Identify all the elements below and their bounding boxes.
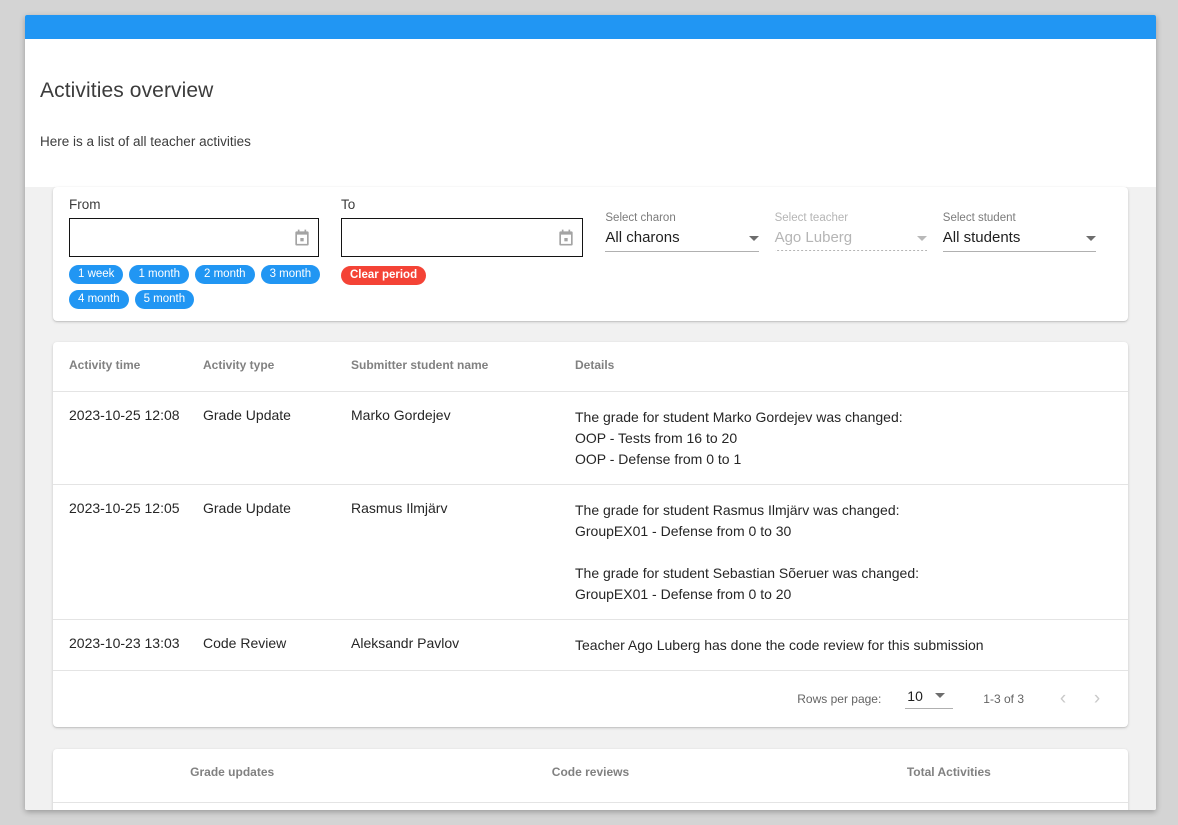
student-select-label: Select student <box>942 212 1016 224</box>
top-toolbar-strip <box>25 15 1156 39</box>
from-date-group: From 1 week 1 month 2 month 3 month 4 mo… <box>69 197 321 309</box>
chevron-down-icon <box>1085 236 1096 241</box>
clear-period-wrap: Clear period <box>341 265 583 285</box>
chip-5-month[interactable]: 5 month <box>134 290 195 309</box>
page-header: Activities overview Here is a list of al… <box>25 39 1156 163</box>
detail-line: OOP - Defense from 0 to 1 <box>575 450 742 467</box>
cell-details: The grade for student Rasmus Ilmjärv was… <box>575 484 1128 620</box>
cell-grade-updates: 2 <box>53 803 411 811</box>
table-header-row: Activity time Activity type Submitter st… <box>53 342 1128 392</box>
cell-activity-time: 2023-10-23 13:03 <box>53 619 203 671</box>
charon-select-label: Select charon <box>605 212 676 224</box>
page-subtitle: Here is a list of all teacher activities <box>40 134 251 149</box>
detail-line: Teacher Ago Luberg has done the code rev… <box>575 636 984 653</box>
cell-activity-type: Grade Update <box>203 391 351 485</box>
to-date-input-wrap[interactable] <box>341 218 584 257</box>
table-row[interactable]: 2023-10-23 13:03 Code Review Aleksandr P… <box>53 619 1128 671</box>
page-range-label: 1-3 of 3 <box>983 691 1024 706</box>
calendar-icon[interactable] <box>292 228 312 248</box>
cell-activity-time: 2023-10-25 12:05 <box>53 484 203 620</box>
column-header-activity-type: Activity type <box>203 342 351 392</box>
app-window: Activities overview Here is a list of al… <box>25 15 1156 810</box>
paginator: Rows per page: 10 1-3 of 3 ‹ › <box>53 671 1128 727</box>
activities-table-head: Activity time Activity type Submitter st… <box>53 342 1128 392</box>
table-header-row: Grade updates Code reviews Total Activit… <box>53 748 1128 803</box>
page-size-select[interactable]: 10 <box>905 687 954 709</box>
cell-student-name: Marko Gordejev <box>351 391 575 485</box>
cell-details: Teacher Ago Luberg has done the code rev… <box>575 619 1128 671</box>
detail-line: OOP - Tests from 16 to 20 <box>575 429 738 446</box>
detail-spacer <box>575 542 1114 563</box>
page-size-value: 10 <box>907 687 923 704</box>
cell-total-activities: 3 <box>770 803 1128 811</box>
charon-select-group: Select charon All charons <box>605 197 759 252</box>
cell-student-name: Aleksandr Pavlov <box>351 619 575 671</box>
previous-page-button[interactable]: ‹ <box>1046 682 1080 716</box>
chip-1-month[interactable]: 1 month <box>129 265 189 284</box>
column-header-code-reviews: Code reviews <box>411 748 770 803</box>
cell-student-name: Rasmus Ilmjärv <box>351 484 575 620</box>
table-row: 2 1 3 <box>53 803 1128 811</box>
detail-line: GroupEX01 - Defense from 0 to 20 <box>575 585 792 602</box>
to-date-group: To Clear period <box>341 197 584 285</box>
next-page-button[interactable]: › <box>1080 682 1114 716</box>
detail-line: GroupEX01 - Defense from 0 to 30 <box>575 522 792 539</box>
column-header-activity-time: Activity time <box>53 342 203 392</box>
page-title: Activities overview <box>40 79 214 102</box>
summary-table-body: 2 1 3 <box>53 803 1128 811</box>
teacher-select-label: Select teacher <box>774 212 849 224</box>
teacher-select: Ago Luberg <box>774 229 927 251</box>
activities-table: Activity time Activity type Submitter st… <box>53 342 1128 671</box>
chip-2-month[interactable]: 2 month <box>195 265 255 284</box>
table-row[interactable]: 2023-10-25 12:05 Grade Update Rasmus Ilm… <box>53 484 1128 620</box>
student-select-group: Select student All students <box>942 197 1096 252</box>
rows-per-page-label: Rows per page: <box>797 691 882 706</box>
chevron-down-icon <box>916 236 927 241</box>
cell-activity-time: 2023-10-25 12:08 <box>53 391 203 485</box>
from-date-input[interactable] <box>80 228 292 247</box>
from-date-input-wrap[interactable] <box>69 218 319 257</box>
student-select-value: All students <box>942 229 1021 246</box>
column-header-grade-updates: Grade updates <box>53 748 412 803</box>
cell-activity-type: Grade Update <box>203 484 351 620</box>
detail-line: The grade for student Marko Gordejev was… <box>575 408 903 425</box>
chevron-down-icon <box>934 692 945 698</box>
summary-table-card: Grade updates Code reviews Total Activit… <box>53 748 1128 811</box>
column-header-submitter-name: Submitter student name <box>351 342 575 392</box>
summary-table: Grade updates Code reviews Total Activit… <box>53 748 1128 811</box>
to-date-input[interactable] <box>352 228 557 247</box>
chip-1-week[interactable]: 1 week <box>69 265 124 284</box>
activities-table-card: Activity time Activity type Submitter st… <box>53 342 1128 727</box>
cell-details: The grade for student Marko Gordejev was… <box>575 391 1128 485</box>
student-select[interactable]: All students <box>942 229 1096 252</box>
page-body: From 1 week 1 month 2 month 3 month 4 mo… <box>25 187 1156 810</box>
to-date-label: To <box>341 197 356 212</box>
charon-select[interactable]: All charons <box>605 229 759 252</box>
activities-table-body: 2023-10-25 12:08 Grade Update Marko Gord… <box>53 391 1128 671</box>
cell-code-reviews: 1 <box>411 803 769 811</box>
detail-line: The grade for student Rasmus Ilmjärv was… <box>575 501 900 518</box>
column-header-details: Details <box>575 342 1128 392</box>
table-row[interactable]: 2023-10-25 12:08 Grade Update Marko Gord… <box>53 391 1128 485</box>
teacher-select-value: Ago Luberg <box>774 229 853 246</box>
teacher-select-group: Select teacher Ago Luberg <box>774 197 927 251</box>
filter-panel: From 1 week 1 month 2 month 3 month 4 mo… <box>53 187 1128 321</box>
from-date-label: From <box>69 197 101 212</box>
chip-4-month[interactable]: 4 month <box>69 290 129 309</box>
charon-select-value: All charons <box>605 229 680 246</box>
period-chip-row: 1 week 1 month 2 month 3 month 4 month 5… <box>69 265 329 309</box>
chevron-down-icon <box>748 236 759 241</box>
cell-activity-type: Code Review <box>203 619 351 671</box>
summary-table-head: Grade updates Code reviews Total Activit… <box>53 748 1128 803</box>
chip-3-month[interactable]: 3 month <box>260 265 321 284</box>
column-header-total-activities: Total Activities <box>769 748 1128 803</box>
calendar-icon[interactable] <box>556 228 576 248</box>
detail-line: The grade for student Sebastian Sõeruer … <box>575 564 919 581</box>
clear-period-button[interactable]: Clear period <box>341 266 427 285</box>
